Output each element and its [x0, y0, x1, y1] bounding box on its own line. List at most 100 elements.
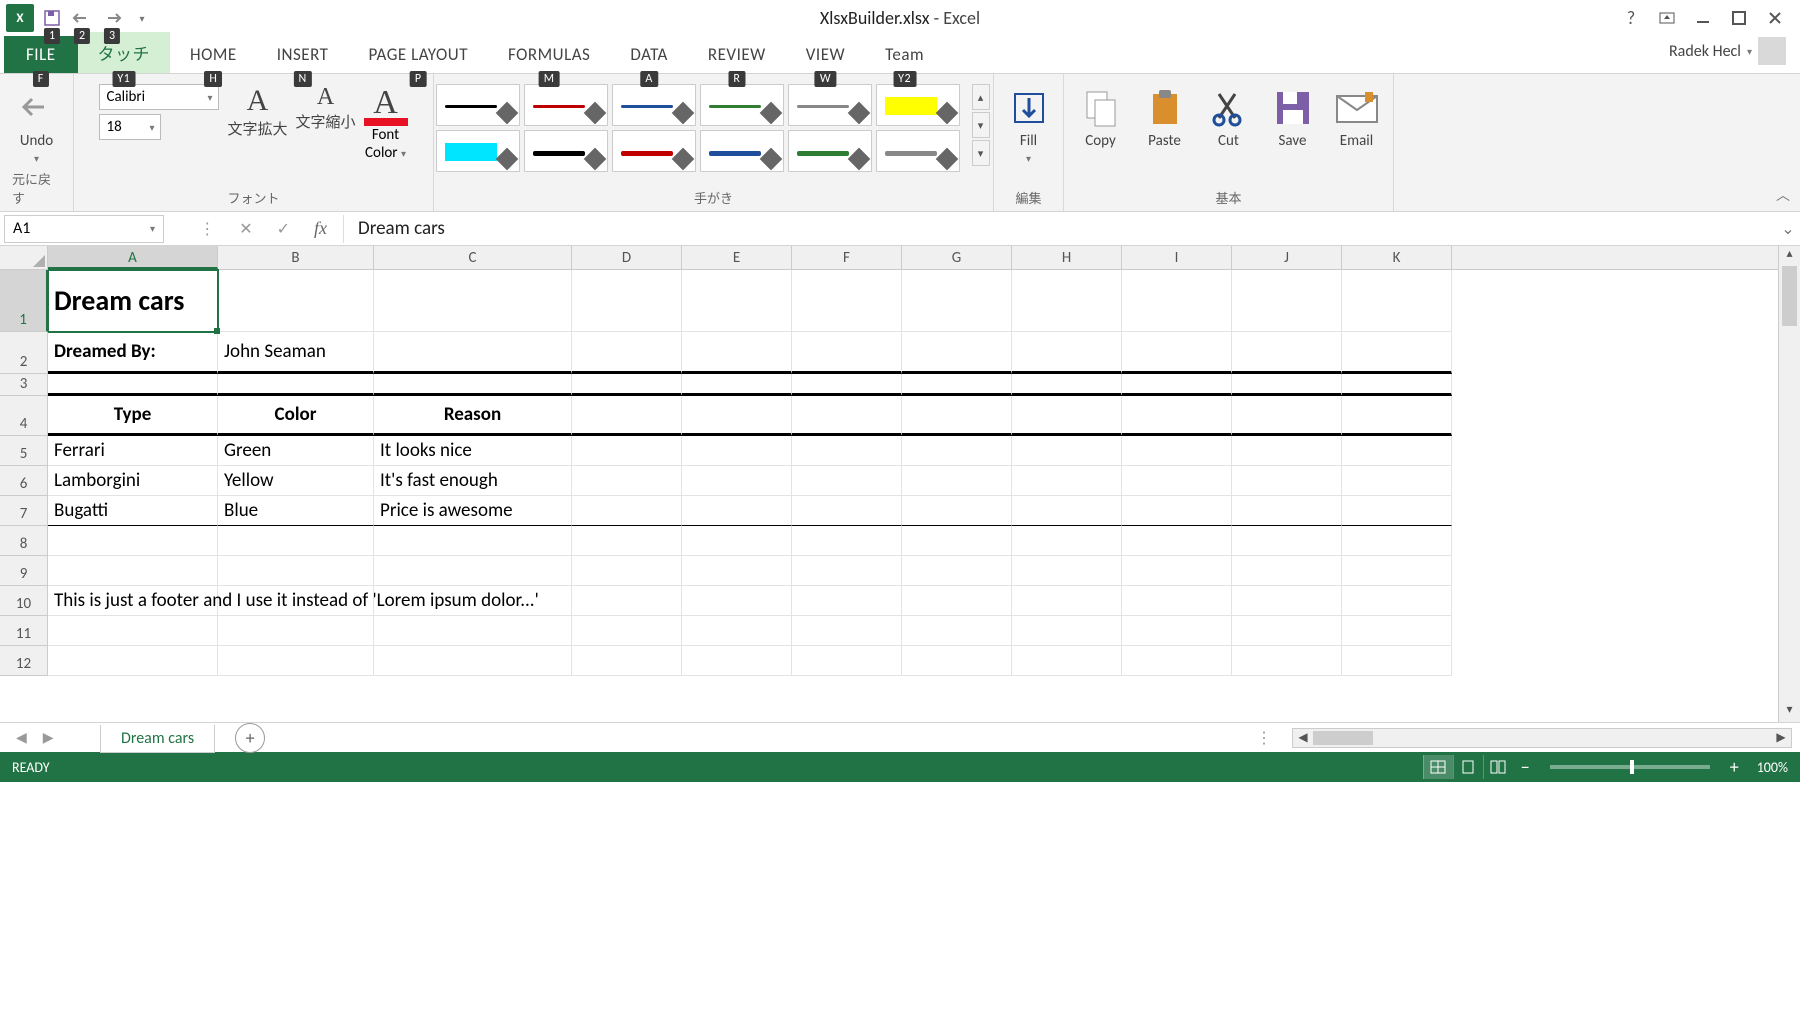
- col-header[interactable]: D: [572, 246, 682, 269]
- cell[interactable]: [682, 586, 792, 616]
- row-header[interactable]: 1: [0, 270, 48, 332]
- cell[interactable]: [902, 374, 1012, 396]
- cell[interactable]: [1232, 396, 1342, 436]
- decrease-font-button[interactable]: A文字縮小: [296, 84, 356, 132]
- cell[interactable]: [1012, 586, 1122, 616]
- collapse-ribbon-icon[interactable]: ︿: [1776, 185, 1790, 205]
- cell[interactable]: [218, 616, 374, 646]
- enter-formula-icon[interactable]: ✓: [277, 219, 290, 239]
- cell-B5[interactable]: Green: [218, 436, 374, 466]
- scroll-left-icon[interactable]: ◀: [1293, 730, 1313, 745]
- cell[interactable]: [902, 436, 1012, 466]
- cell-A4[interactable]: Type: [48, 396, 218, 436]
- cell[interactable]: [682, 396, 792, 436]
- cell[interactable]: [1122, 526, 1232, 556]
- scroll-right-icon[interactable]: ▶: [1771, 730, 1791, 745]
- expand-formula-bar-icon[interactable]: ⌄: [1776, 219, 1800, 239]
- cell[interactable]: [1342, 616, 1452, 646]
- cut-button[interactable]: Cut: [1201, 84, 1257, 152]
- cell[interactable]: [1232, 526, 1342, 556]
- highlighter-cyan[interactable]: [436, 130, 520, 172]
- cell[interactable]: [1342, 526, 1452, 556]
- help-icon[interactable]: ?: [1618, 5, 1644, 31]
- view-page-layout-icon[interactable]: [1453, 755, 1483, 779]
- tab-view[interactable]: VIEWW: [786, 36, 865, 73]
- cell[interactable]: [218, 556, 374, 586]
- col-header[interactable]: A: [48, 246, 218, 269]
- minimize-icon[interactable]: [1690, 5, 1716, 31]
- cell[interactable]: [374, 332, 572, 374]
- cell[interactable]: [1232, 616, 1342, 646]
- row-header[interactable]: 3: [0, 374, 47, 396]
- cell[interactable]: [902, 396, 1012, 436]
- pen-green-thin[interactable]: [700, 84, 784, 126]
- cell[interactable]: [48, 616, 218, 646]
- cell[interactable]: [1122, 270, 1232, 332]
- cell[interactable]: [1122, 466, 1232, 496]
- cell[interactable]: [1232, 646, 1342, 676]
- cell-B6[interactable]: Yellow: [218, 466, 374, 496]
- cell[interactable]: [374, 270, 572, 332]
- cell[interactable]: [792, 526, 902, 556]
- highlighter-yellow[interactable]: [876, 84, 960, 126]
- cell[interactable]: [902, 270, 1012, 332]
- cell[interactable]: [1012, 270, 1122, 332]
- cell[interactable]: [1342, 496, 1452, 526]
- row-header[interactable]: 12: [0, 646, 47, 676]
- col-header[interactable]: C: [374, 246, 572, 269]
- tab-home[interactable]: HOMEH: [170, 36, 257, 73]
- cell[interactable]: [572, 396, 682, 436]
- cell[interactable]: [792, 496, 902, 526]
- cell[interactable]: [218, 586, 374, 616]
- cell[interactable]: [682, 646, 792, 676]
- cell[interactable]: [1232, 436, 1342, 466]
- cell[interactable]: [1342, 374, 1452, 396]
- col-header[interactable]: B: [218, 246, 374, 269]
- cell[interactable]: [792, 396, 902, 436]
- cell[interactable]: [1012, 556, 1122, 586]
- font-color-button[interactable]: A FontColor ▾: [364, 84, 408, 162]
- row-header[interactable]: 6: [0, 466, 47, 496]
- cell[interactable]: [1342, 332, 1452, 374]
- tab-touch[interactable]: タッチY1: [78, 32, 171, 73]
- maximize-icon[interactable]: [1726, 5, 1752, 31]
- cell-A7[interactable]: Bugatti: [48, 496, 218, 526]
- cell[interactable]: [902, 556, 1012, 586]
- cell[interactable]: [1122, 646, 1232, 676]
- sheet-nav-next-icon[interactable]: ▶: [43, 729, 54, 746]
- cell[interactable]: [374, 526, 572, 556]
- paste-button[interactable]: Paste: [1137, 84, 1193, 152]
- cell-A10[interactable]: This is just a footer and I use it inste…: [48, 586, 218, 616]
- cell[interactable]: [1122, 436, 1232, 466]
- cell[interactable]: [48, 646, 218, 676]
- cell-A1[interactable]: Dream cars: [48, 270, 218, 332]
- cell[interactable]: [902, 332, 1012, 374]
- cell[interactable]: [792, 374, 902, 396]
- cell[interactable]: [1012, 466, 1122, 496]
- tab-formulas[interactable]: FORMULASM: [488, 36, 610, 73]
- row-header[interactable]: 7: [0, 496, 47, 526]
- cell-A6[interactable]: Lamborgini: [48, 466, 218, 496]
- email-button[interactable]: Email: [1329, 84, 1385, 152]
- cell-C5[interactable]: It looks nice: [374, 436, 572, 466]
- cell[interactable]: [572, 270, 682, 332]
- cell[interactable]: [572, 526, 682, 556]
- cell-C4[interactable]: Reason: [374, 396, 572, 436]
- cell[interactable]: [218, 270, 374, 332]
- cell[interactable]: [572, 646, 682, 676]
- tab-page-layout[interactable]: PAGE LAYOUTP: [348, 36, 488, 73]
- col-header[interactable]: K: [1342, 246, 1452, 269]
- cell[interactable]: [572, 332, 682, 374]
- sheet-nav-prev-icon[interactable]: ◀: [16, 729, 27, 746]
- cell[interactable]: [1012, 436, 1122, 466]
- select-all-corner[interactable]: [0, 246, 48, 270]
- col-header[interactable]: H: [1012, 246, 1122, 269]
- cell[interactable]: [48, 526, 218, 556]
- cell[interactable]: [1232, 496, 1342, 526]
- pen-blue-thick[interactable]: [700, 130, 784, 172]
- cell-A5[interactable]: Ferrari: [48, 436, 218, 466]
- col-header[interactable]: G: [902, 246, 1012, 269]
- col-header[interactable]: J: [1232, 246, 1342, 269]
- cell[interactable]: [1012, 616, 1122, 646]
- horizontal-scrollbar[interactable]: ◀ ▶: [1292, 728, 1792, 748]
